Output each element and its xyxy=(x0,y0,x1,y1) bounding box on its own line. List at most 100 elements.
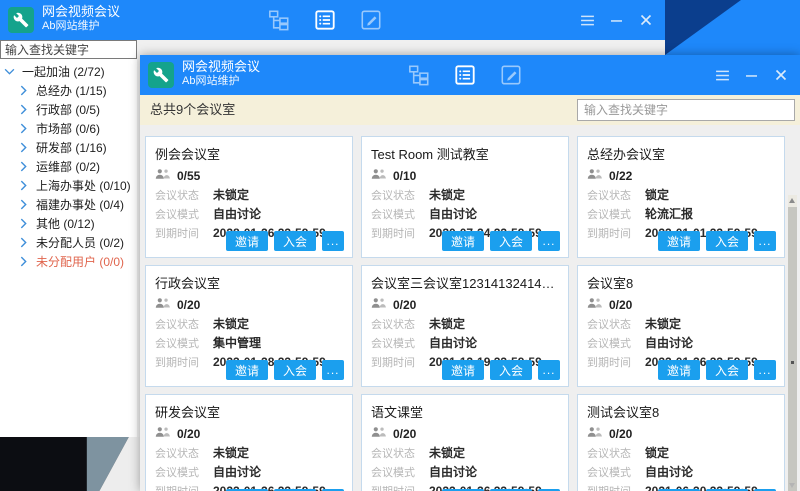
chevron-right-icon[interactable] xyxy=(20,104,32,115)
invite-button[interactable]: 邀请 xyxy=(442,231,484,251)
room-capacity: 0/10 xyxy=(393,169,416,183)
edit-icon[interactable] xyxy=(500,64,522,86)
meeting-room-card: Test Room 测试教室 0/10 会议状态 未锁定 会议模式 自由讨论 到… xyxy=(361,136,569,258)
chevron-right-icon[interactable] xyxy=(20,123,32,134)
menu-icon[interactable] xyxy=(715,68,730,82)
screen: 网会视频会议 Ab网站维护 一起加油 (2/72) 总经办 (1/15) 行政部… xyxy=(0,0,800,491)
tree-item[interactable]: 总经办 (1/15) xyxy=(0,81,137,100)
org-sidebar: 一起加油 (2/72) 总经办 (1/15) 行政部 (0/5) 市场部 (0/… xyxy=(0,40,137,437)
invite-button[interactable]: 邀请 xyxy=(658,231,700,251)
status-label: 会议状态 xyxy=(155,316,213,332)
people-icon xyxy=(587,167,603,185)
tree-item-label: 行政部 (0/5) xyxy=(36,101,100,118)
tree-item[interactable]: 上海办事处 (0/10) xyxy=(0,176,137,195)
org-tree-icon[interactable] xyxy=(408,64,430,86)
list-icon[interactable] xyxy=(314,9,336,31)
expire-label: 到期时间 xyxy=(371,225,429,241)
window-controls xyxy=(580,13,653,27)
tree-item[interactable]: 其他 (0/12) xyxy=(0,214,137,233)
room-name: 会议室8 xyxy=(587,273,775,292)
tree-item[interactable]: 未分配用户 (0/0) xyxy=(0,252,137,271)
room-search-input[interactable] xyxy=(577,99,795,121)
join-button[interactable]: 入会 xyxy=(490,360,532,380)
tree-item[interactable]: 一起加油 (2/72) xyxy=(0,62,137,81)
chevron-down-icon[interactable] xyxy=(6,66,18,77)
tree-item[interactable]: 未分配人员 (0/2) xyxy=(0,233,137,252)
expire-label: 到期时间 xyxy=(371,483,429,491)
room-name: 例会会议室 xyxy=(155,144,343,163)
close-icon[interactable] xyxy=(638,13,653,27)
room-name: 行政会议室 xyxy=(155,273,343,292)
people-icon xyxy=(587,425,603,443)
more-button[interactable]: ... xyxy=(754,231,776,251)
room-capacity: 0/20 xyxy=(393,427,416,441)
mode-value: 自由讨论 xyxy=(429,334,477,351)
sidebar-search-input[interactable] xyxy=(0,40,137,59)
chevron-right-icon[interactable] xyxy=(20,199,32,210)
invite-button[interactable]: 邀请 xyxy=(226,231,268,251)
tree-item[interactable]: 市场部 (0/6) xyxy=(0,119,137,138)
expire-label: 到期时间 xyxy=(587,225,645,241)
window-subtitle: Ab网站维护 xyxy=(182,75,260,89)
scrollbar-thumb[interactable] xyxy=(788,207,797,491)
status-label: 会议状态 xyxy=(155,445,213,461)
status-value: 未锁定 xyxy=(429,186,465,203)
chevron-right-icon[interactable] xyxy=(20,85,32,96)
room-name: 测试会议室8 xyxy=(587,402,775,421)
join-button[interactable]: 入会 xyxy=(706,360,748,380)
mode-value: 自由讨论 xyxy=(429,205,477,222)
more-button[interactable]: ... xyxy=(322,231,344,251)
mode-label: 会议模式 xyxy=(587,335,645,351)
join-button[interactable]: 入会 xyxy=(706,231,748,251)
tree-item[interactable]: 行政部 (0/5) xyxy=(0,100,137,119)
more-button[interactable]: ... xyxy=(538,231,560,251)
more-button[interactable]: ... xyxy=(538,360,560,380)
list-icon[interactable] xyxy=(454,64,476,86)
more-button[interactable]: ... xyxy=(322,360,344,380)
minimize-icon[interactable] xyxy=(744,68,759,82)
mode-value: 集中管理 xyxy=(213,334,261,351)
room-name: 语文课堂 xyxy=(371,402,559,421)
room-capacity: 0/20 xyxy=(177,298,200,312)
chevron-right-icon[interactable] xyxy=(20,180,32,191)
expire-label: 到期时间 xyxy=(155,354,213,370)
people-icon xyxy=(155,425,171,443)
summary-toolbar: 总共9个会议室 xyxy=(140,95,800,125)
scroll-down-arrow-icon[interactable] xyxy=(789,483,795,488)
minimize-icon[interactable] xyxy=(609,13,624,27)
room-name: Test Room 测试教室 xyxy=(371,144,559,163)
edit-icon[interactable] xyxy=(360,9,382,31)
status-value: 未锁定 xyxy=(429,315,465,332)
close-icon[interactable] xyxy=(773,68,788,82)
window-controls xyxy=(715,68,788,82)
chevron-right-icon[interactable] xyxy=(20,142,32,153)
vertical-scrollbar[interactable] xyxy=(788,195,797,491)
tree-item-label: 未分配人员 (0/2) xyxy=(36,234,124,251)
org-tree-icon[interactable] xyxy=(268,9,290,31)
chevron-right-icon[interactable] xyxy=(20,237,32,248)
chevron-right-icon[interactable] xyxy=(20,161,32,172)
chevron-right-icon[interactable] xyxy=(20,256,32,267)
mode-value: 自由讨论 xyxy=(429,463,477,480)
chevron-right-icon[interactable] xyxy=(20,218,32,229)
invite-button[interactable]: 邀请 xyxy=(658,360,700,380)
mode-value: 自由讨论 xyxy=(213,463,261,480)
meeting-room-card: 总经办会议室 0/22 会议状态 锁定 会议模式 轮流汇报 到期时间 2022-… xyxy=(577,136,785,258)
tree-item[interactable]: 福建办事处 (0/4) xyxy=(0,195,137,214)
tree-item[interactable]: 研发部 (1/16) xyxy=(0,138,137,157)
scroll-up-arrow-icon[interactable] xyxy=(789,198,795,203)
expire-label: 到期时间 xyxy=(371,354,429,370)
invite-button[interactable]: 邀请 xyxy=(226,360,268,380)
join-button[interactable]: 入会 xyxy=(490,231,532,251)
tree-item[interactable]: 运维部 (0/2) xyxy=(0,157,137,176)
more-button[interactable]: ... xyxy=(754,360,776,380)
join-button[interactable]: 入会 xyxy=(274,231,316,251)
status-label: 会议状态 xyxy=(587,316,645,332)
titlebar-toolbar xyxy=(268,9,382,31)
meeting-room-card: 会议室8 0/20 会议状态 未锁定 会议模式 自由讨论 到期时间 2022-0… xyxy=(577,265,785,387)
status-value: 锁定 xyxy=(645,186,669,203)
menu-icon[interactable] xyxy=(580,13,595,27)
join-button[interactable]: 入会 xyxy=(274,360,316,380)
tree-item-label: 研发部 (1/16) xyxy=(36,139,107,156)
invite-button[interactable]: 邀请 xyxy=(442,360,484,380)
